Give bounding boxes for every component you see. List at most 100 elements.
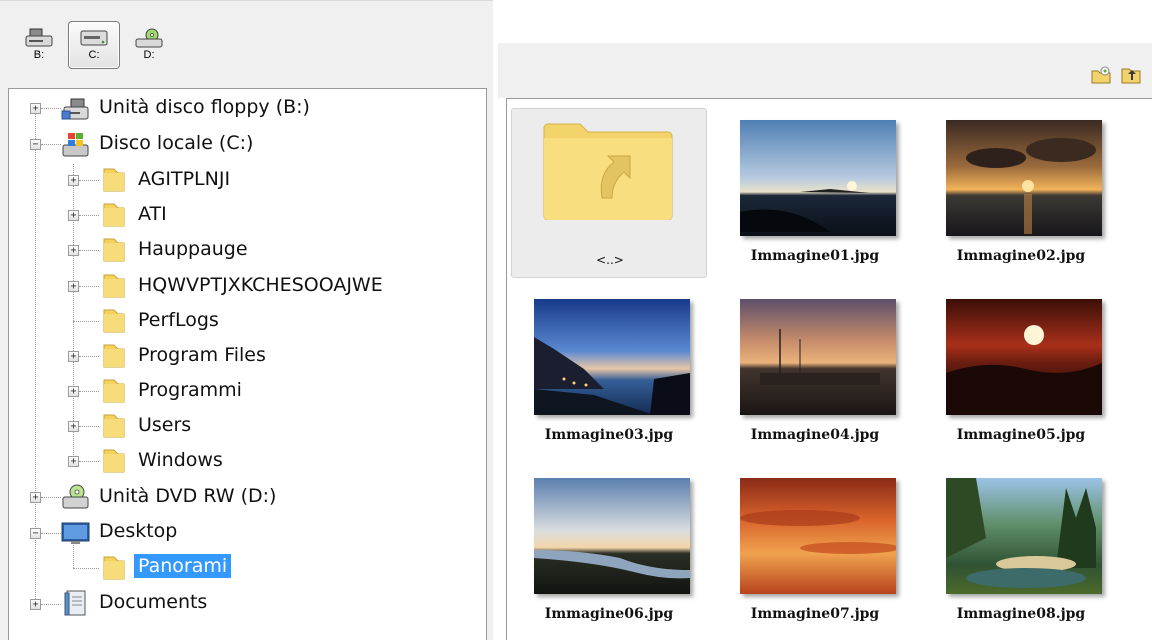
tree-item-folder[interactable]: Programmi — [138, 379, 242, 401]
tree-connector — [73, 321, 99, 322]
file-browser-window: B: C: D: + Unità disco floppy (B:) − Dis… — [0, 0, 1152, 640]
desktop-icon — [61, 522, 90, 544]
floppy-drive-icon — [25, 28, 53, 47]
tree-connector — [79, 215, 99, 216]
sunset-photo-thumbnail — [740, 120, 896, 236]
tree-item-folder[interactable]: Users — [138, 414, 191, 436]
collapse-toggle-local-disk[interactable]: − — [30, 139, 41, 150]
folder-icon — [103, 379, 125, 403]
tree-connector — [41, 144, 61, 145]
tree-connector — [41, 108, 61, 109]
image-thumbnail-tile[interactable]: Immagine05.jpg — [923, 287, 1119, 457]
image-thumbnail-tile[interactable]: Immagine01.jpg — [717, 108, 913, 278]
expand-toggle-folder[interactable]: + — [68, 386, 79, 397]
folder-tree: + Unità disco floppy (B:) − Disco locale… — [8, 88, 487, 640]
folder-tree-pane: B: C: D: + Unità disco floppy (B:) − Dis… — [0, 0, 493, 640]
folder-icon — [103, 203, 125, 227]
drive-button-d[interactable]: D: — [124, 21, 174, 69]
thumbnail-toolbar — [498, 43, 1152, 98]
image-filename: Immagine04.jpg — [750, 427, 880, 443]
expand-toggle-folder[interactable]: + — [68, 175, 79, 186]
forest-lake-photo-thumbnail — [946, 478, 1102, 594]
folder-icon — [103, 344, 125, 368]
tree-connector — [73, 568, 99, 569]
new-folder-icon[interactable] — [1090, 65, 1112, 85]
folder-icon — [103, 274, 125, 298]
windows-drive-icon — [62, 133, 89, 157]
river-photo-thumbnail — [534, 478, 690, 594]
tree-item-documents[interactable]: Documents — [99, 591, 207, 613]
image-thumbnail-tile[interactable]: Immagine03.jpg — [511, 287, 707, 457]
tree-item-folder[interactable]: AGITPLNJI — [138, 168, 230, 190]
expand-toggle-floppy[interactable]: + — [30, 103, 41, 114]
tree-item-folder[interactable]: Hauppauge — [138, 238, 248, 260]
tree-item-folder[interactable]: Program Files — [138, 344, 266, 366]
image-filename: Immagine02.jpg — [956, 248, 1086, 264]
image-thumbnail-tile[interactable]: Immagine04.jpg — [717, 287, 913, 457]
expand-toggle-folder[interactable]: + — [68, 421, 79, 432]
image-thumbnail-tile[interactable]: Immagine06.jpg — [511, 466, 707, 636]
expand-toggle-folder[interactable]: + — [68, 351, 79, 362]
expand-toggle-dvd[interactable]: + — [30, 492, 41, 503]
drive-button-b[interactable]: B: — [14, 21, 64, 69]
tree-item-folder[interactable]: PerfLogs — [138, 309, 219, 331]
tree-connector — [79, 391, 99, 392]
expand-toggle-folder[interactable]: + — [68, 281, 79, 292]
expand-toggle-folder[interactable]: + — [68, 210, 79, 221]
folder-icon — [103, 168, 125, 192]
folder-icon — [103, 449, 125, 473]
tree-connector — [79, 426, 99, 427]
tree-connector — [79, 250, 99, 251]
image-thumbnail-tile[interactable]: Immagine07.jpg — [717, 466, 913, 636]
tree-connector — [41, 604, 61, 605]
drive-letter-b: B: — [33, 49, 45, 61]
drive-selector-bar: B: C: D: — [14, 21, 174, 73]
image-filename: Immagine06.jpg — [544, 606, 674, 622]
drive-button-c[interactable]: C: — [68, 21, 120, 69]
image-filename: Immagine01.jpg — [750, 248, 880, 264]
parent-folder-tile[interactable]: <..> — [511, 108, 707, 278]
drive-letter-d: D: — [143, 49, 155, 61]
tree-item-floppy[interactable]: Unità disco floppy (B:) — [99, 96, 310, 118]
expand-toggle-documents[interactable]: + — [30, 599, 41, 610]
tree-item-desktop[interactable]: Desktop — [99, 520, 177, 542]
collapse-toggle-desktop[interactable]: − — [30, 528, 41, 539]
thumbnail-grid: <..> Immagine01.jpg Immagine02.jpg Immag… — [506, 98, 1152, 640]
image-filename: Immagine08.jpg — [956, 606, 1086, 622]
folder-icon — [103, 238, 125, 262]
dvd-drive-icon — [62, 484, 89, 509]
tree-item-folder[interactable]: HQWVPTJXKCHESOOAJWE — [138, 274, 383, 296]
sky-photo-thumbnail — [740, 478, 896, 594]
dvd-drive-icon — [135, 28, 163, 48]
tree-connector — [79, 461, 99, 462]
tree-connector — [41, 533, 61, 534]
tree-connector — [73, 164, 74, 461]
tree-item-panorami-selected[interactable]: Panorami — [134, 554, 232, 578]
tree-item-dvd[interactable]: Unità DVD RW (D:) — [99, 485, 276, 507]
documents-library-icon — [64, 590, 86, 616]
folder-icon — [103, 414, 125, 438]
image-thumbnail-tile[interactable]: Immagine08.jpg — [923, 466, 1119, 636]
folder-icon — [103, 309, 125, 333]
expand-toggle-folder[interactable]: + — [68, 456, 79, 467]
parent-folder-label: <..> — [596, 253, 624, 267]
tree-item-local-disk[interactable]: Disco locale (C:) — [99, 132, 253, 154]
image-thumbnail-tile[interactable]: Immagine02.jpg — [923, 108, 1119, 278]
image-filename: Immagine03.jpg — [544, 427, 674, 443]
tree-connector — [79, 286, 99, 287]
sunset-photo-thumbnail — [946, 120, 1102, 236]
tree-connector — [41, 497, 61, 498]
image-filename: Immagine07.jpg — [750, 606, 880, 622]
tree-item-folder[interactable]: Windows — [138, 449, 223, 471]
expand-toggle-folder[interactable]: + — [68, 245, 79, 256]
harbor-photo-thumbnail — [740, 299, 896, 415]
coast-photo-thumbnail — [534, 299, 690, 415]
drive-letter-c: C: — [88, 49, 100, 61]
tree-item-folder[interactable]: ATI — [138, 203, 167, 225]
floppy-drive-icon — [61, 98, 89, 120]
red-sunset-photo-thumbnail — [946, 299, 1102, 415]
thumbnail-pane: <..> Immagine01.jpg Immagine02.jpg Immag… — [493, 0, 1152, 640]
tree-connector — [79, 356, 99, 357]
hard-disk-icon — [80, 30, 108, 46]
up-folder-icon[interactable] — [1120, 65, 1142, 85]
